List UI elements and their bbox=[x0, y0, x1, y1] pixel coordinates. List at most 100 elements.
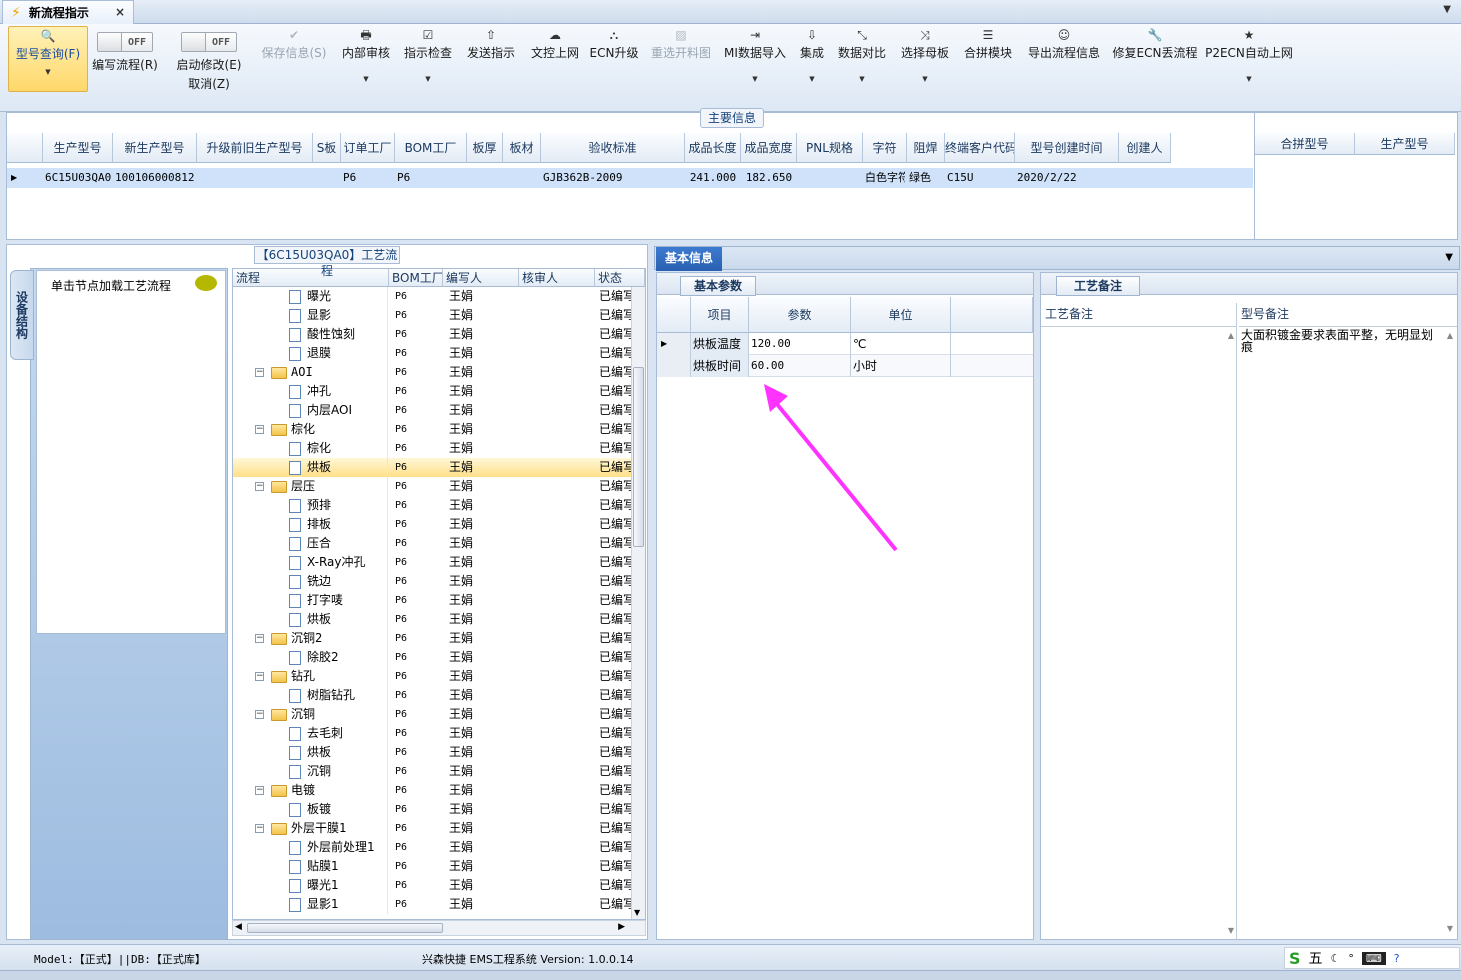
tree-node[interactable]: 排板 P6 王娟 已编写 bbox=[233, 515, 631, 534]
tree-node[interactable]: 酸性蚀刻 P6 王娟 已编写 bbox=[233, 325, 631, 344]
column-header[interactable]: 流程 bbox=[233, 269, 389, 287]
grid-cell[interactable] bbox=[199, 168, 311, 188]
cancel-modify-label[interactable]: 取消(Z) bbox=[188, 75, 230, 92]
help-icon[interactable]: ? bbox=[1394, 952, 1400, 965]
close-icon[interactable]: × bbox=[115, 5, 125, 19]
scroll-thumb[interactable] bbox=[247, 923, 443, 933]
tree-node[interactable]: 外层前处理1 P6 王娟 已编写 bbox=[233, 838, 631, 857]
merge-module-button[interactable]: ☰ 合拼模块 bbox=[962, 26, 1014, 112]
mi-import-button[interactable]: ⇥ MI数据导入 ▼ bbox=[722, 26, 788, 112]
column-header[interactable]: 项目 bbox=[691, 297, 749, 333]
tree-node[interactable]: 曝光1 P6 王娟 已编写 bbox=[233, 876, 631, 895]
column-header[interactable]: 板厚 bbox=[467, 133, 503, 163]
collapse-icon[interactable]: − bbox=[255, 634, 264, 643]
tab-process-notes[interactable]: 工艺备注 bbox=[1056, 276, 1140, 296]
ime-toolbar[interactable]: S 五 ☾ ° ⌨ ? bbox=[1284, 947, 1460, 969]
tree-node[interactable]: 去毛刺 P6 王娟 已编写 bbox=[233, 724, 631, 743]
param-value-field[interactable]: 120.00 bbox=[749, 333, 851, 355]
grid-cell[interactable]: 2020/2/22 bbox=[1017, 168, 1117, 188]
tree-node[interactable]: 冲孔 P6 王娟 已编写 bbox=[233, 382, 631, 401]
tree-vertical-scrollbar[interactable]: ▼ bbox=[631, 287, 645, 919]
table-row[interactable]: ▶ 烘板温度 120.00 ℃ bbox=[657, 333, 1033, 355]
scroll-down-icon[interactable]: ▼ bbox=[634, 908, 640, 917]
tree-node[interactable]: 预排 P6 王娟 已编写 bbox=[233, 496, 631, 515]
instruction-check-button[interactable]: ☑ 指示检查 ▼ bbox=[402, 26, 454, 112]
column-header[interactable]: 升级前旧生产型号 bbox=[197, 133, 313, 163]
moon-icon[interactable]: ☾ bbox=[1331, 952, 1341, 965]
tab-basic-info[interactable]: 基本信息 bbox=[656, 247, 722, 271]
write-flow-toggle[interactable]: OFF bbox=[97, 32, 153, 52]
column-header[interactable]: BOM工厂 bbox=[395, 133, 467, 163]
doc-upload-button[interactable]: ☁ 文控上网 bbox=[528, 26, 582, 112]
tree-node[interactable]: 沉铜 P6 王娟 已编写 bbox=[233, 762, 631, 781]
reselect-drawing-button[interactable]: ▨ 重选开料图 bbox=[648, 26, 714, 112]
model-query-button[interactable]: 🔍 型号查询(F) ▼ bbox=[8, 26, 88, 92]
scroll-right-icon[interactable]: ▶ bbox=[618, 922, 625, 932]
column-header[interactable]: 板材 bbox=[503, 133, 541, 163]
column-header[interactable]: 成品长度 bbox=[685, 133, 741, 163]
column-header[interactable]: 终端客户代码 bbox=[945, 133, 1015, 163]
grid-cell[interactable]: GJB362B-2009 bbox=[543, 168, 683, 188]
collapse-icon[interactable]: − bbox=[255, 368, 264, 377]
keyboard-icon[interactable]: ⌨ bbox=[1361, 951, 1386, 965]
tree-node[interactable]: − AOI P6 王娟 已编写 bbox=[233, 363, 631, 382]
scroll-left-icon[interactable]: ◀ bbox=[235, 922, 242, 932]
tree-node[interactable]: 显影 P6 王娟 已编写 bbox=[233, 306, 631, 325]
integrate-button[interactable]: ⇩ 集成 ▼ bbox=[796, 26, 828, 112]
tree-node[interactable]: − 层压 P6 王娟 已编写 bbox=[233, 477, 631, 496]
column-header[interactable]: 成品宽度 bbox=[741, 133, 797, 163]
ecn-upgrade-button[interactable]: ⛬ ECN升级 bbox=[590, 26, 639, 112]
grid-cell[interactable]: P6 bbox=[397, 168, 465, 188]
start-modify-toggle[interactable]: OFF bbox=[181, 32, 237, 52]
grid-cell[interactable]: C15U bbox=[947, 168, 1013, 188]
grid-cell[interactable]: 10010600081269 bbox=[115, 168, 195, 188]
grid-cell[interactable] bbox=[505, 168, 539, 188]
grid-cell[interactable]: 182.650 bbox=[743, 168, 795, 188]
collapse-icon[interactable]: − bbox=[255, 824, 264, 833]
write-flow-button[interactable]: OFF 编写流程(R) bbox=[90, 26, 160, 112]
process-flow-tree[interactable]: 流程BOM工厂编写人核审人状态 曝光P6王娟已编写显影P6王娟已编写酸性蚀刻P6… bbox=[232, 268, 646, 920]
column-header[interactable]: 生产型号 bbox=[1355, 133, 1455, 155]
column-header[interactable]: 字符 bbox=[863, 133, 907, 163]
tab-new-flow-instruction[interactable]: ⚡ 新流程指示 × bbox=[2, 0, 134, 24]
column-header[interactable]: 核审人 bbox=[519, 269, 595, 287]
tab-equipment-structure[interactable]: 设备结构 bbox=[10, 270, 34, 360]
p2ecn-upload-button[interactable]: ★ P2ECN自动上网 ▼ bbox=[1205, 26, 1293, 112]
tree-node[interactable]: 贴膜1 P6 王娟 已编写 bbox=[233, 857, 631, 876]
punctuation-icon[interactable]: ° bbox=[1348, 952, 1354, 965]
tree-node[interactable]: − 电镀 P6 王娟 已编写 bbox=[233, 781, 631, 800]
tree-node[interactable]: 树脂钻孔 P6 王娟 已编写 bbox=[233, 686, 631, 705]
column-header[interactable]: S板 bbox=[313, 133, 341, 163]
tree-node[interactable]: 板镀 P6 王娟 已编写 bbox=[233, 800, 631, 819]
tree-node[interactable]: 打字唛 P6 王娟 已编写 bbox=[233, 591, 631, 610]
column-header[interactable]: 型号创建时间 bbox=[1015, 133, 1119, 163]
column-header[interactable]: 验收标准 bbox=[541, 133, 685, 163]
column-header[interactable]: 参数 bbox=[749, 297, 851, 333]
column-header[interactable]: BOM工厂 bbox=[389, 269, 443, 287]
column-header[interactable]: PNL规格 bbox=[797, 133, 863, 163]
select-mother-board-button[interactable]: ⤨ 选择母板 ▼ bbox=[898, 26, 952, 112]
tree-node[interactable]: 棕化 P6 王娟 已编写 bbox=[233, 439, 631, 458]
tree-node[interactable]: 烘板 P6 王娟 已编写 bbox=[233, 458, 631, 477]
data-compare-button[interactable]: ⤡ 数据对比 ▼ bbox=[836, 26, 888, 112]
column-header[interactable]: 编写人 bbox=[443, 269, 519, 287]
process-notes-textarea[interactable]: ▲ ▼ bbox=[1041, 327, 1237, 939]
grid-cell[interactable] bbox=[1121, 168, 1169, 188]
tree-node[interactable]: − 沉铜 P6 王娟 已编写 bbox=[233, 705, 631, 724]
export-flow-info-button[interactable]: ☺ 导出流程信息 bbox=[1024, 26, 1104, 112]
tree-node[interactable]: 显影1 P6 王娟 已编写 bbox=[233, 895, 631, 914]
column-header[interactable]: 合拼型号 bbox=[1255, 133, 1355, 155]
tree-node[interactable]: 退膜 P6 王娟 已编写 bbox=[233, 344, 631, 363]
column-header[interactable]: 生产型号 bbox=[43, 133, 113, 163]
repair-ecn-button[interactable]: 🔧 修复ECN丢流程 bbox=[1112, 26, 1198, 112]
model-notes-textarea[interactable]: 大面积镀金要求表面平整，无明显划痕 bbox=[1239, 327, 1443, 939]
tree-horizontal-scrollbar[interactable]: ◀ ▶ bbox=[232, 920, 646, 936]
tree-node[interactable]: − 沉铜2 P6 王娟 已编写 bbox=[233, 629, 631, 648]
tree-node[interactable]: − 钻孔 P6 王娟 已编写 bbox=[233, 667, 631, 686]
grid-cell[interactable]: 6C15U03QA0 bbox=[45, 168, 111, 188]
send-instruction-button[interactable]: ⇧ 发送指示 bbox=[465, 26, 517, 112]
column-header[interactable]: 状态 bbox=[595, 269, 645, 287]
column-header[interactable]: 单位 bbox=[851, 297, 951, 333]
tree-node[interactable]: − 外层干膜1 P6 王娟 已编写 bbox=[233, 819, 631, 838]
start-modify-button[interactable]: OFF 启动修改(E) 取消(Z) bbox=[172, 26, 246, 112]
